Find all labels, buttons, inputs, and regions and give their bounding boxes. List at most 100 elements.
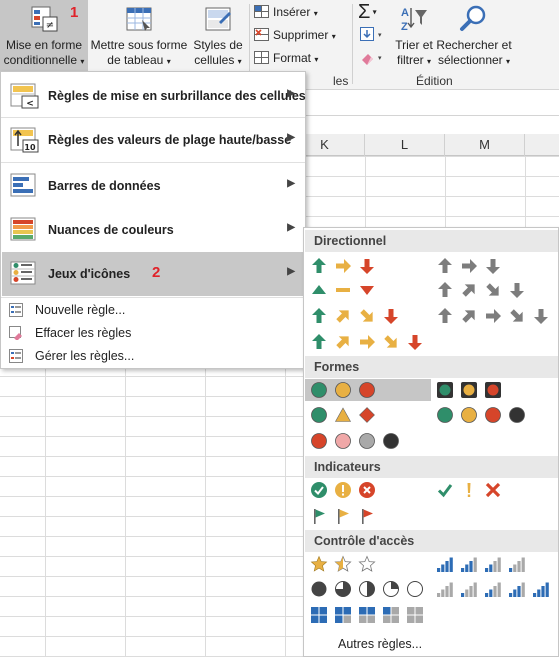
icon-set-symbol-icon [336, 259, 351, 273]
menu-divider [1, 162, 305, 163]
find-select-label-2: sélectionner [437, 53, 503, 67]
menu-item-icon-sets[interactable]: Jeux d'icônes 2 ▶ [2, 252, 305, 296]
icon-set-shapes-3-signs[interactable] [310, 404, 382, 426]
menu-item-label: Barres de données [48, 179, 161, 193]
svg-text:▾: ▾ [378, 55, 382, 62]
icon-set-dir-5-arrows-colored[interactable] [310, 331, 430, 353]
icon-set-symbol-icon [360, 335, 375, 349]
icon-set-symbol-icon [486, 259, 500, 274]
icon-set-rating-5-quarters[interactable] [310, 578, 430, 600]
icon-set-dir-3-arrows-colored[interactable] [310, 255, 382, 277]
top-bottom-rules-icon: 10 [10, 127, 39, 153]
icon-set-symbol-icon [314, 509, 325, 524]
column-header-l[interactable]: L [365, 134, 445, 156]
icon-set-symbol-icon [358, 555, 376, 572]
menu-item-new-rule[interactable]: Nouvelle règle... [2, 298, 305, 322]
insert-label: Insérer [273, 5, 311, 19]
menu-item-manage-rules[interactable]: Gérer les règles... [2, 344, 305, 368]
icon-set-symbol-icon [438, 282, 452, 297]
manage-rules-icon [9, 349, 23, 363]
icon-set-symbol-icon [485, 582, 501, 597]
svg-text:Z: Z [401, 21, 408, 33]
cell-styles-icon [205, 7, 231, 31]
icon-set-shapes-3-traffic-lights-unrimmed[interactable] [305, 379, 431, 401]
icon-set-rating-4-bars[interactable] [436, 553, 532, 575]
icon-set-symbol-icon [335, 382, 351, 398]
svg-text:<: < [26, 99, 34, 109]
format-as-table-icon [126, 7, 152, 31]
more-rules-link[interactable]: Autres règles... [338, 637, 422, 651]
icon-set-dir-3-triangles[interactable] [310, 279, 382, 301]
icon-set-shapes-3-traffic-lights-rimmed[interactable] [436, 379, 508, 401]
icon-sets-icon [10, 261, 36, 285]
fill-icon[interactable]: ▾ [360, 27, 384, 43]
icon-set-symbol-icon [533, 582, 549, 597]
icon-set-dir-3-arrows-gray[interactable] [436, 255, 508, 277]
icon-set-symbol-icon [510, 309, 523, 322]
sort-filter-label-2: filtrer [396, 53, 424, 67]
icon-set-shapes-4-red-to-black[interactable] [310, 430, 406, 452]
icon-set-symbol-icon [383, 607, 399, 623]
menu-item-label: Effacer les règles [35, 326, 132, 340]
format-table-label-1: Mettre sous forme [90, 38, 188, 52]
section-header-directional: Directionnel [305, 230, 558, 252]
format-cells-icon [254, 51, 269, 64]
section-header-shapes: Formes [305, 356, 558, 378]
icon-set-symbol-icon [534, 309, 548, 324]
data-bars-icon [10, 173, 36, 197]
icon-set-dir-4-arrows-gray[interactable] [436, 279, 532, 301]
icon-set-symbol-icon [311, 382, 327, 398]
icon-set-dir-5-arrows-gray[interactable] [436, 305, 556, 327]
icon-set-ind-3-symbols-uncircled[interactable] [436, 479, 508, 501]
icon-set-symbol-icon [334, 407, 352, 422]
highlight-rules-icon: < [10, 83, 39, 109]
icon-set-symbol-icon [438, 258, 452, 273]
icon-set-shapes-4-traffic-lights[interactable] [436, 404, 532, 426]
icon-set-symbol-icon [312, 334, 326, 349]
menu-item-data-bars[interactable]: Barres de données ▶ [2, 164, 305, 208]
delete-button[interactable]: Supprimer ▾ [254, 25, 336, 45]
icon-set-symbol-icon [509, 582, 525, 597]
find-select-button[interactable]: Rechercher et sélectionner ▾ [436, 0, 512, 72]
insert-button[interactable]: Insérer ▾ [254, 2, 318, 22]
menu-item-color-scales[interactable]: Nuances de couleurs ▶ [2, 208, 305, 252]
sort-filter-button[interactable]: A Z Trier et filtrer ▾ [390, 0, 438, 72]
icon-set-symbol-icon [467, 483, 471, 497]
icon-set-ind-3-flags[interactable] [310, 505, 382, 527]
icon-set-symbol-icon [509, 407, 525, 423]
icon-set-symbol-icon [359, 482, 375, 498]
autosum-icon[interactable]: Σ ▾ [358, 2, 377, 23]
icon-set-symbol-icon [336, 288, 350, 292]
menu-item-highlight-rules[interactable]: < Règles de mise en surbrillance des cel… [2, 74, 306, 118]
column-header-m[interactable]: M [445, 134, 525, 156]
conditional-formatting-menu: < Règles de mise en surbrillance des cel… [0, 71, 306, 369]
icon-set-symbol-icon [461, 582, 477, 597]
icon-set-symbol-icon [360, 309, 373, 322]
cond-format-label-1: Mise en forme [5, 38, 83, 52]
sort-filter-label-1: Trier et [395, 38, 433, 52]
icon-set-symbol-icon [312, 308, 326, 323]
new-rule-icon [9, 303, 23, 317]
icon-set-symbol-icon [407, 607, 423, 623]
icon-set-rating-5-bars[interactable] [436, 578, 556, 600]
cell-styles-button[interactable]: Styles de cellules ▾ [190, 0, 246, 72]
menu-item-clear-rules[interactable]: Effacer les règles [2, 321, 305, 345]
clear-icon[interactable]: ▾ [360, 50, 384, 66]
icon-set-dir-4-arrows-colored[interactable] [310, 305, 406, 327]
icon-set-symbol-icon [360, 286, 374, 295]
icon-set-rating-5-boxes[interactable] [310, 604, 430, 626]
icon-set-symbol-icon [334, 555, 352, 572]
color-scales-icon [10, 217, 36, 241]
icon-set-ind-3-symbols-circled[interactable] [310, 479, 382, 501]
menu-item-top-bottom-rules[interactable]: 10 Règles des valeurs de plage haute/bas… [2, 118, 305, 162]
format-as-table-button[interactable]: Mettre sous forme de tableau ▾ [89, 0, 189, 72]
column-header[interactable] [525, 134, 559, 156]
icon-set-rating-3-stars[interactable] [310, 553, 382, 575]
section-header-ratings: Contrôle d'accès [305, 530, 558, 552]
section-header-indicators: Indicateurs [305, 456, 558, 478]
format-button[interactable]: Format ▾ [254, 48, 318, 68]
icon-set-symbol-icon [437, 382, 453, 398]
icon-set-symbol-icon [311, 607, 327, 623]
chevron-down-icon: ▾ [313, 9, 318, 18]
find-select-label-1: Rechercher et [436, 38, 512, 52]
